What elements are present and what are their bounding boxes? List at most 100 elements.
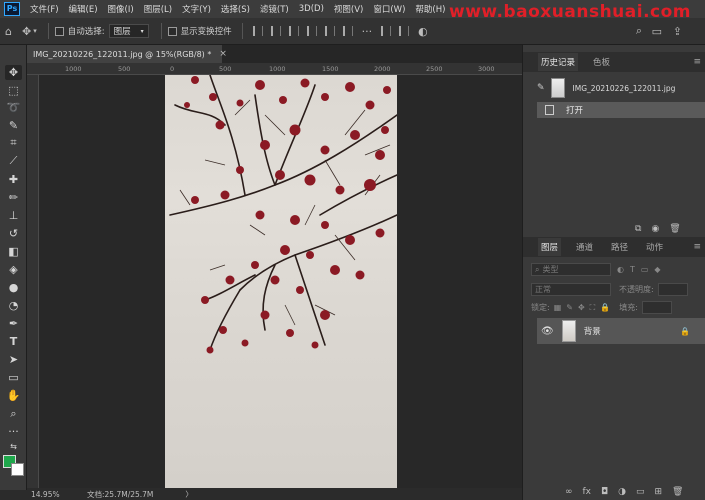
ruler-tick-label: 1000 [65, 65, 82, 73]
menu-window[interactable]: 窗口(W) [373, 3, 405, 15]
tab-channels[interactable]: 通道 [573, 238, 596, 256]
workspace-icon[interactable]: ▭ [652, 25, 662, 38]
marquee-icon[interactable]: ⬚ [5, 83, 22, 98]
pen-icon[interactable]: ✒ [5, 316, 22, 331]
more-icon[interactable]: ··· [362, 25, 373, 38]
search-icon: ⌕ [535, 264, 540, 274]
paint-bucket-icon[interactable]: ◈ [5, 262, 22, 277]
healing-brush-icon[interactable]: ✚ [5, 172, 22, 187]
3d-mode-icon[interactable]: ◐ [418, 25, 428, 38]
trash-icon[interactable]: 🗑 [669, 224, 680, 234]
align-center-icon[interactable] [270, 26, 281, 36]
lock-label: 锁定: [531, 303, 550, 312]
align-left-icon[interactable] [252, 26, 263, 36]
eyedropper-icon[interactable]: ⟋ [5, 153, 22, 168]
show-transform-checkbox[interactable] [167, 26, 177, 36]
opacity-label: 不透明度: [619, 285, 654, 294]
ruler-tick-label: 2000 [374, 65, 391, 73]
align-middle-icon[interactable] [324, 26, 335, 36]
align-top-icon[interactable] [306, 26, 317, 36]
layer-thumbnail [561, 320, 576, 342]
align-bottom-icon[interactable] [342, 26, 353, 36]
document-tab[interactable]: IMG_20210226_122011.jpg @ 15%(RGB/8) * × [27, 45, 227, 63]
home-icon[interactable]: ⌂ [5, 25, 12, 38]
auto-select-dropdown[interactable]: 图层 ▾ [108, 24, 149, 38]
trash-icon[interactable]: 🗑 [672, 487, 683, 497]
share-icon[interactable]: ⇪ [673, 25, 682, 38]
lasso-icon[interactable]: ➰ [5, 100, 22, 115]
background-color-swatch[interactable] [11, 463, 24, 476]
menu-help[interactable]: 帮助(H) [415, 3, 445, 15]
layer-style-icon[interactable]: fx [583, 487, 592, 497]
lock-options-icons[interactable]: ▦✎✥⛶🔒 [554, 303, 616, 313]
brush-icon[interactable]: ✏ [5, 190, 22, 205]
menu-file[interactable]: 文件(F) [30, 3, 59, 15]
tab-history[interactable]: 历史记录 [538, 53, 579, 71]
tab-actions[interactable]: 动作 [643, 238, 666, 256]
menu-image[interactable]: 图像(I) [108, 3, 134, 15]
menu-select[interactable]: 选择(S) [221, 3, 250, 15]
eraser-icon[interactable]: ◧ [5, 244, 22, 259]
new-layer-icon[interactable]: ⊞ [655, 487, 663, 497]
menu-3d[interactable]: 3D(D) [299, 4, 324, 14]
zoom-icon[interactable]: ⌕ [5, 406, 22, 421]
history-snapshot[interactable]: ✎ IMG_20210226_122011.jpg [537, 75, 705, 101]
hand-icon[interactable]: ✋ [5, 388, 22, 403]
clone-stamp-icon[interactable]: ⊥ [5, 208, 22, 223]
camera-icon[interactable]: ◉ [651, 224, 659, 234]
add-mask-icon[interactable]: ◘ [601, 487, 608, 497]
search-icon[interactable]: ⌕ [636, 24, 642, 38]
rectangle-icon[interactable]: ▭ [5, 370, 22, 385]
visibility-eye-icon[interactable]: 👁 [541, 326, 554, 337]
tab-layers[interactable]: 图层 [538, 238, 562, 256]
swap-colors-icon[interactable]: ⇆ [5, 439, 22, 454]
blur-icon[interactable]: ● [5, 280, 22, 295]
panel-menu-icon[interactable]: ≡ [693, 242, 701, 252]
snapshot-thumbnail [550, 78, 565, 98]
layer-filter-row: ⌕ 类型 ◐T▭◆ [531, 262, 699, 277]
dodge-icon[interactable]: ◔ [5, 298, 22, 313]
type-icon[interactable]: T [5, 334, 22, 349]
distribute-icon[interactable] [381, 26, 392, 36]
photo-canvas[interactable] [165, 75, 397, 488]
show-transform-label: 显示变换控件 [180, 27, 232, 37]
blend-mode-dropdown[interactable]: 正常 [531, 283, 611, 296]
layer-filter-dropdown[interactable]: ⌕ 类型 [531, 263, 611, 276]
status-menu-icon[interactable]: 〉 [185, 489, 193, 500]
history-brush-source-icon[interactable]: ✎ [537, 83, 545, 93]
menu-type[interactable]: 文字(Y) [182, 3, 211, 15]
quick-select-icon[interactable]: ✎ [5, 118, 22, 133]
history-brush-icon[interactable]: ↺ [5, 226, 22, 241]
zoom-level[interactable]: 14.95% [31, 490, 79, 499]
more-tools-icon[interactable]: ··· [5, 424, 22, 439]
auto-select-checkbox[interactable] [54, 26, 64, 36]
layer-filter-icons[interactable]: ◐T▭◆ [617, 265, 667, 274]
crop-icon[interactable]: ⌗ [5, 135, 22, 150]
chevron-down-icon[interactable]: ▾ [33, 27, 37, 35]
link-layers-icon[interactable]: ∞ [565, 487, 573, 497]
move-icon[interactable]: ✥ [5, 65, 22, 80]
tab-paths[interactable]: 路径 [608, 238, 631, 256]
canvas-area[interactable] [39, 75, 522, 488]
history-panel-tabs: 历史记录 色板 ≡ [523, 52, 705, 72]
distribute-spacing-icon[interactable] [399, 26, 410, 36]
new-group-icon[interactable]: ▭ [636, 487, 645, 497]
path-select-icon[interactable]: ➤ [5, 352, 22, 367]
menu-view[interactable]: 视图(V) [334, 3, 363, 15]
close-icon[interactable]: × [219, 49, 227, 59]
adjustment-layer-icon[interactable]: ◑ [618, 487, 626, 497]
new-document-from-state-icon[interactable]: ⧉ [635, 224, 641, 234]
move-tool-preset-icon[interactable]: ✥ [22, 25, 31, 38]
opacity-field[interactable] [657, 283, 688, 296]
align-right-icon[interactable] [288, 26, 299, 36]
panel-menu-icon[interactable]: ≡ [693, 57, 701, 67]
menu-layer[interactable]: 图层(L) [144, 3, 172, 15]
tab-swatches[interactable]: 色板 [590, 53, 613, 71]
menu-filter[interactable]: 滤镜(T) [260, 3, 289, 15]
menu-edit[interactable]: 编辑(E) [69, 3, 98, 15]
auto-select-label: 自动选择: [67, 27, 105, 37]
layer-item-background[interactable]: 👁 背景 🔒 [537, 318, 705, 344]
document-icon [545, 105, 554, 115]
fill-field[interactable] [641, 301, 672, 314]
history-step[interactable]: 打开 [537, 102, 705, 118]
